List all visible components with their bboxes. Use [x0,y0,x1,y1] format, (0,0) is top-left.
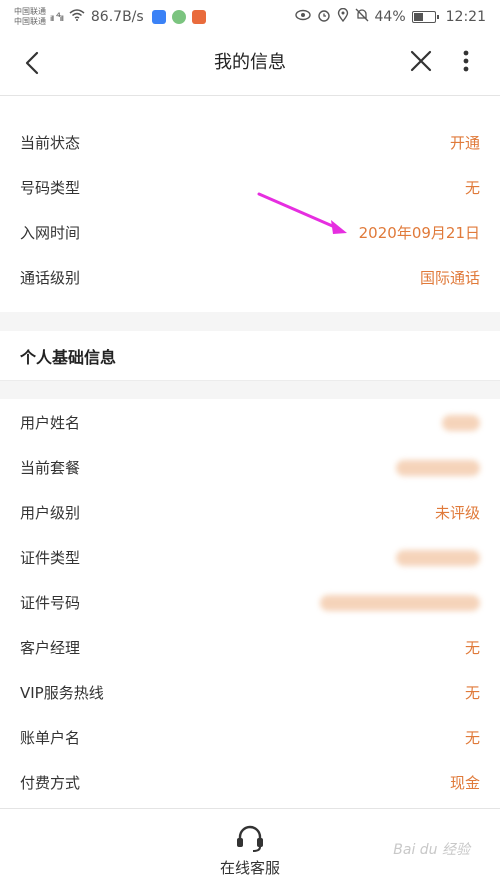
battery-percent: 44% [374,9,406,25]
list-item: 账单户名 无 [0,715,500,760]
row-label: 证件号码 [20,594,81,612]
row-label: 通话级别 [20,269,81,287]
alarm-icon [317,8,331,26]
redacted-value [396,459,480,476]
row-value: 开通 [449,134,480,152]
row-label: VIP服务热线 [20,684,104,702]
eye-icon [294,9,311,25]
status-indicators: 44% 12:21 [294,7,486,26]
app-notification-icon [171,10,186,24]
battery-icon [411,11,439,23]
app-notification-icon [191,10,206,24]
redacted-value [320,594,480,611]
wifi-icon [69,9,85,25]
close-icon[interactable] [406,46,436,76]
carrier-2: 中国联通 [14,17,46,26]
bottom-bar: 在线客服 Bai du 经验 [0,808,500,889]
row-label: 证件类型 [20,549,81,567]
clock: 12:21 [445,9,486,25]
location-icon [337,7,349,26]
list-item: 入网时间 2020年09月21日 [0,210,500,255]
list-item: 用户姓名 [0,400,500,445]
more-vertical-icon[interactable] [456,46,476,76]
list-item: 客户经理 无 [0,625,500,670]
list-item: 证件类型 [0,535,500,580]
row-label: 用户姓名 [20,414,81,432]
online-service-label: 在线客服 [219,859,280,877]
headset-icon [234,823,266,853]
row-label: 当前状态 [20,134,81,152]
row-label: 号码类型 [20,179,81,197]
row-label: 付费方式 [20,774,81,792]
signal-icon: ᵢₗₗ ⁴ᵢₗₗ [50,10,64,24]
list-item: 当前套餐 [0,445,500,490]
list-item: VIP服务热线 无 [0,670,500,715]
row-label: 用户级别 [20,504,81,522]
nav-bar: 我的信息 [0,34,500,96]
list-item: 用户级别 未评级 [0,490,500,535]
row-label: 客户经理 [20,639,81,657]
section-header: 个人基础信息 [0,331,500,381]
list-item: 当前状态 开通 [0,120,500,165]
app-notification-icon [151,10,166,24]
carrier-names: 中国联通 中国联通 [14,7,46,27]
row-label: 入网时间 [20,224,81,242]
row-value: 无 [464,639,480,657]
section-divider [0,381,500,399]
row-value: 无 [464,684,480,702]
row-value: 现金 [449,774,480,792]
list-item: 号码类型 无 [0,165,500,210]
row-label: 账单户名 [20,729,81,747]
status-bar: 中国联通 中国联通 ᵢₗₗ ⁴ᵢₗₗ 86.7B/s 44% 12:21 [0,0,500,34]
mute-icon [355,8,369,26]
annotation-arrow [257,192,347,234]
redacted-value [396,549,480,566]
list-item: 通话级别 国际通话 [0,255,500,300]
list-item: 证件号码 [0,580,500,625]
redacted-value [442,414,480,431]
basic-info-list: 当前状态 开通 号码类型 无 入网时间 2020年09月21日 通话级别 国际通… [0,120,500,300]
personal-info-list: 用户姓名 当前套餐 用户级别 未评级 证件类型 证件号码 客户经理 无 VIP服… [0,400,500,805]
row-value: 2020年09月21日 [358,224,480,242]
section-divider [0,312,500,331]
list-item: 付费方式 现金 [0,760,500,805]
row-label: 当前套餐 [20,459,81,477]
online-service-button[interactable]: 在线客服 [200,809,300,889]
row-value: 无 [464,729,480,747]
row-value: 未评级 [434,504,480,522]
carrier-1: 中国联通 [14,7,46,16]
watermark: Bai du 经验 [393,842,470,858]
row-value: 无 [464,179,480,197]
network-speed: 86.7B/s [90,9,144,25]
row-value: 国际通话 [419,269,480,287]
battery-level [413,13,424,21]
